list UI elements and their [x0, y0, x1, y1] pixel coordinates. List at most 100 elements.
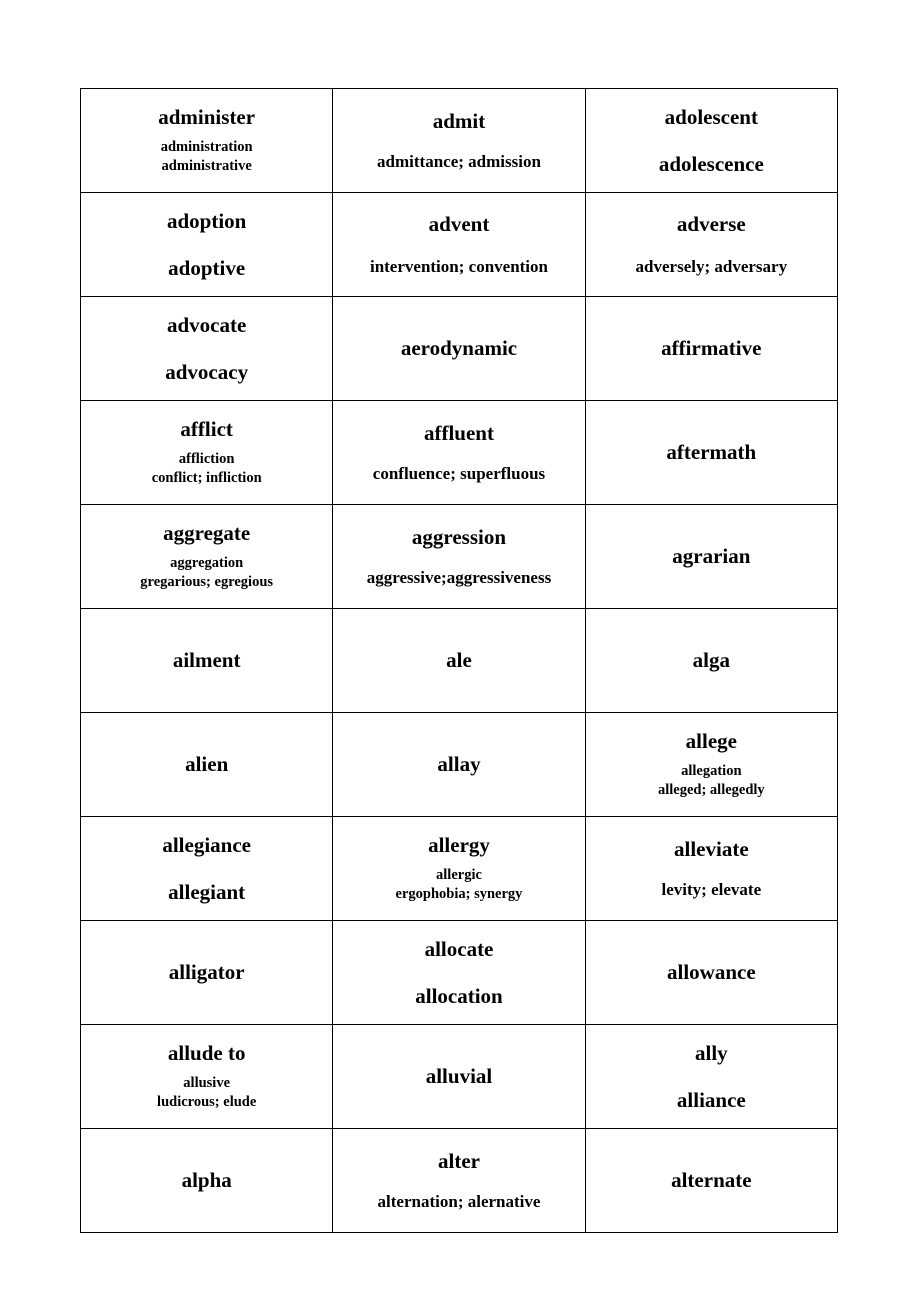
vocab-cell-content: allocate allocation	[337, 937, 580, 1009]
vocab-cell: ale	[332, 608, 586, 713]
related-words: adversely; adversary	[635, 256, 788, 276]
vocab-cell-content: aggregate aggregation gregarious; egregiou…	[85, 521, 328, 591]
vocab-cell-content: allude to allusive ludicrous; elude	[85, 1041, 328, 1111]
headword: affluent	[423, 420, 494, 445]
headword: alien	[185, 752, 229, 777]
headword: ailment	[172, 648, 241, 673]
related-words: conflict; infliction	[151, 470, 262, 487]
vocab-cell-content: alternate	[590, 1168, 833, 1193]
headword: alligator	[168, 960, 245, 985]
headword: aerodynamic	[400, 336, 518, 361]
headword: allocate	[424, 936, 494, 961]
related-words: alliance	[676, 1087, 746, 1112]
vocabulary-table-body: administer administration administrative ad…	[79, 88, 839, 1233]
table-row: alligator allocate allocation allowance	[79, 920, 839, 1025]
vocab-cell: afflict affliction conflict; infliction	[79, 400, 334, 505]
headword: alpha	[181, 1168, 232, 1193]
vocab-cell: agrarian	[584, 504, 839, 609]
vocab-cell-content: allay	[337, 752, 580, 777]
related-words: alternation; alernative	[377, 1191, 541, 1211]
vocab-cell-content: aggression aggressive;aggressiveness	[337, 525, 580, 588]
related-words: aggregation	[170, 555, 244, 572]
vocab-cell: alpha	[79, 1128, 334, 1233]
vocab-cell: allude to allusive ludicrous; elude	[79, 1024, 334, 1129]
table-row: aggregate aggregation gregarious; egregiou…	[79, 504, 839, 609]
vocab-cell-content: advent intervention; convention	[337, 212, 580, 277]
vocab-cell: alleviate levity; elevate	[584, 816, 839, 921]
related-words: admittance; admission	[377, 151, 541, 171]
vocab-cell-content: admit admittance; admission	[337, 109, 580, 172]
related-words: advocacy	[165, 359, 249, 384]
headword: alter	[438, 1148, 480, 1173]
vocab-cell: alter alternation; alernative	[332, 1128, 586, 1233]
headword: adolescent	[664, 104, 758, 129]
table-row: allude to allusive ludicrous; elude alluvia…	[79, 1024, 839, 1129]
vocabulary-table: administer administration administrative ad…	[79, 88, 839, 1233]
vocab-cell-content: adverse adversely; adversary	[590, 212, 833, 277]
vocab-cell: allegiance allegiant	[79, 816, 334, 921]
headword: aggression	[411, 524, 507, 549]
vocab-cell: adoption adoptive	[79, 192, 334, 297]
vocab-cell-content: afflict affliction conflict; infliction	[85, 417, 328, 487]
vocab-cell-content: aerodynamic	[337, 336, 580, 361]
page: administer administration administrative ad…	[0, 0, 920, 1302]
vocab-cell-content: alligator	[85, 960, 328, 985]
vocab-cell: advent intervention; convention	[332, 192, 586, 297]
vocab-cell: aggregate aggregation gregarious; egregiou…	[79, 504, 334, 609]
vocab-cell: allergy allergic ergophobia; synergy	[332, 816, 586, 921]
vocab-cell: allay	[332, 712, 586, 817]
vocab-cell: aggression aggressive;aggressiveness	[332, 504, 586, 609]
table-row: allegiance allegiant allergy allergic ergoph…	[79, 816, 839, 921]
vocab-cell: ailment	[79, 608, 334, 713]
table-row: administer administration administrative ad…	[79, 88, 839, 193]
vocab-cell-content: alga	[590, 648, 833, 673]
vocab-cell: aerodynamic	[332, 296, 586, 401]
headword: allergy	[428, 833, 490, 858]
vocab-cell: allege allegation alleged; allegedly	[584, 712, 839, 817]
headword: allegiance	[162, 832, 251, 857]
related-words: adoptive	[168, 255, 246, 280]
table-row: adoption adoptive advent intervention; conv…	[79, 192, 839, 297]
vocab-cell-content: adoption adoptive	[85, 209, 328, 281]
vocab-cell-content: administer administration administrative	[85, 105, 328, 175]
vocab-cell: alien	[79, 712, 334, 817]
related-words: adolescence	[658, 151, 764, 176]
headword: alleviate	[674, 836, 749, 861]
related-words: confluence; superfluous	[372, 463, 546, 483]
vocab-cell: ally alliance	[584, 1024, 839, 1129]
related-words: administration	[160, 139, 253, 156]
headword: adverse	[676, 211, 746, 236]
headword: allay	[437, 752, 481, 777]
vocab-cell-content: alien	[85, 752, 328, 777]
vocab-cell: allocate allocation	[332, 920, 586, 1025]
related-words: affliction	[178, 451, 235, 468]
headword: administer	[158, 105, 256, 130]
vocab-cell-content: allowance	[590, 960, 833, 985]
vocab-cell-content: ale	[337, 648, 580, 673]
vocab-cell-content: allegiance allegiant	[85, 833, 328, 905]
headword: afflict	[180, 417, 233, 442]
headword: alluvial	[425, 1064, 493, 1089]
vocab-cell-content: affirmative	[590, 336, 833, 361]
table-row: ailment ale alga	[79, 608, 839, 713]
headword: agrarian	[672, 544, 751, 569]
vocab-cell: aftermath	[584, 400, 839, 505]
vocab-cell: admit admittance; admission	[332, 88, 586, 193]
vocab-cell: alternate	[584, 1128, 839, 1233]
related-words: allegation	[681, 763, 742, 780]
vocab-cell-content: alpha	[85, 1168, 328, 1193]
headword: affirmative	[661, 336, 762, 361]
related-words: allusive	[183, 1075, 231, 1092]
vocab-cell: administer administration administrative	[79, 88, 334, 193]
related-words: alleged; allegedly	[657, 782, 765, 799]
vocab-cell: alluvial	[332, 1024, 586, 1129]
vocab-cell-content: alleviate levity; elevate	[590, 837, 833, 900]
headword: alternate	[671, 1168, 752, 1193]
headword: adoption	[166, 208, 247, 233]
vocab-cell-content: advocate advocacy	[85, 313, 328, 385]
vocab-cell: adverse adversely; adversary	[584, 192, 839, 297]
headword: aggregate	[163, 521, 251, 546]
vocab-cell-content: aftermath	[590, 440, 833, 465]
vocab-cell-content: alter alternation; alernative	[337, 1149, 580, 1212]
headword: alga	[692, 648, 730, 673]
